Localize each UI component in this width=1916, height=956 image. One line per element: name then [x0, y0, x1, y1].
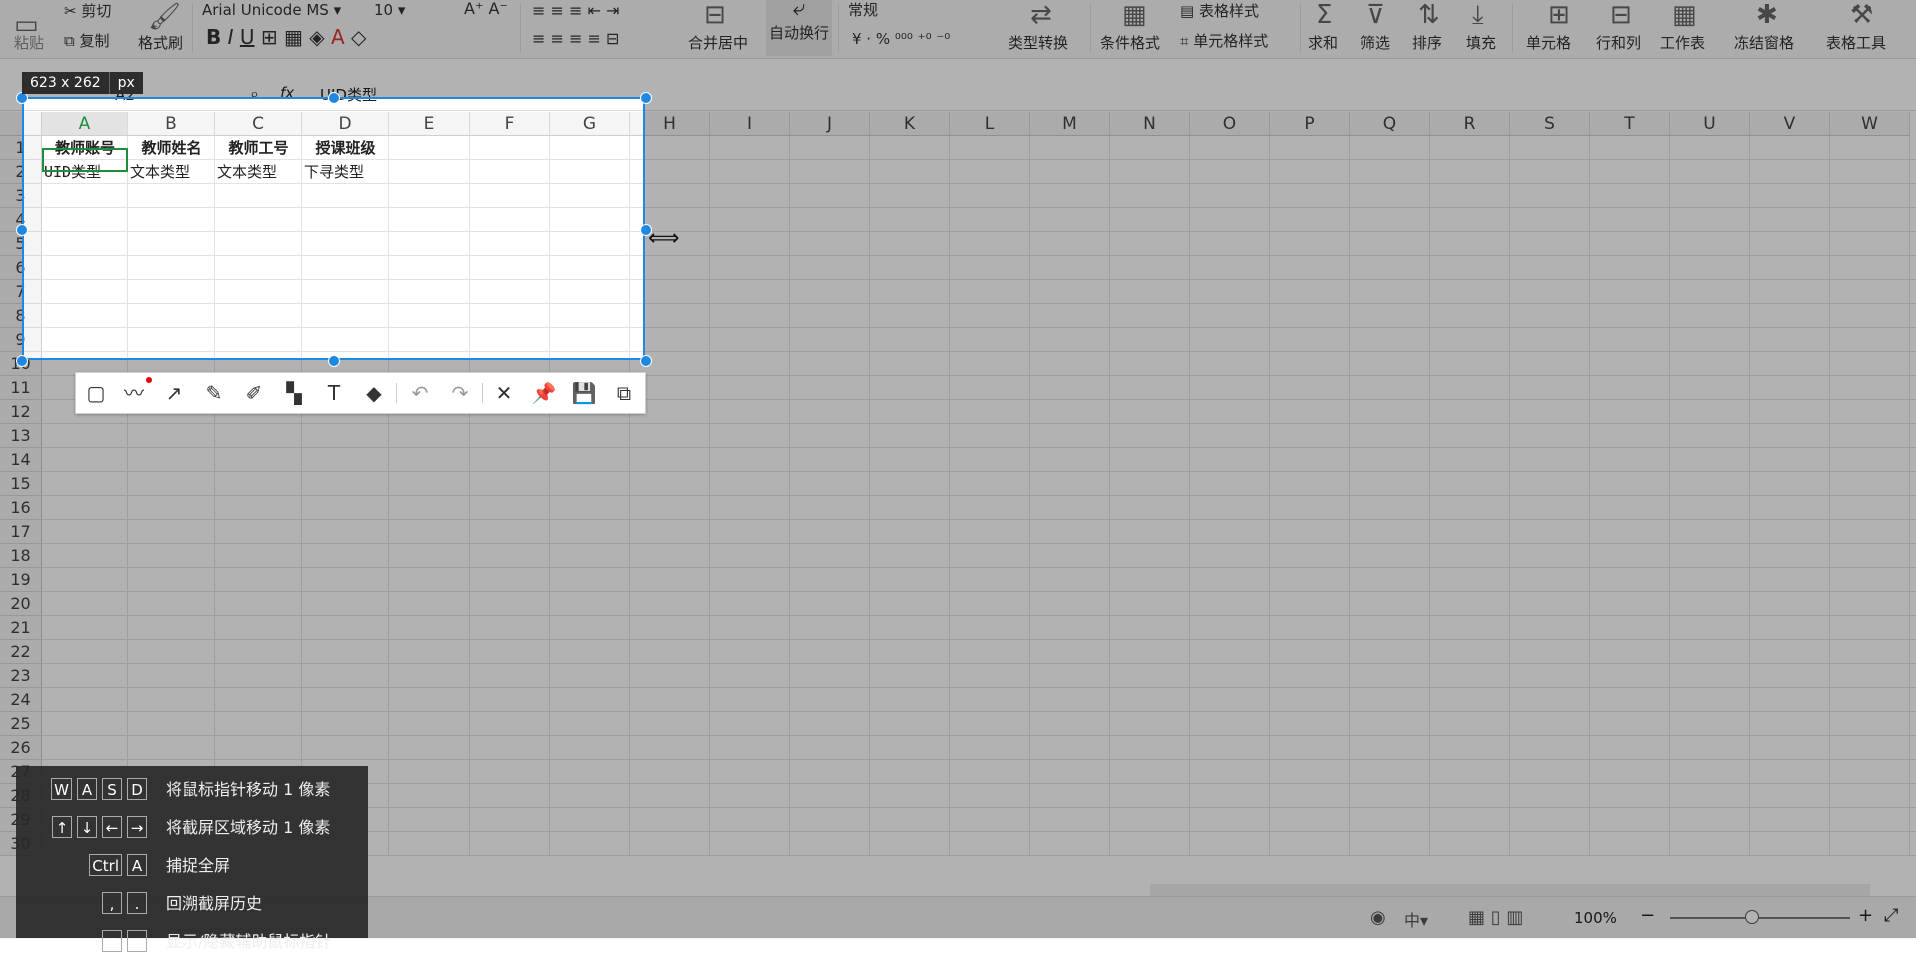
- shortcut-text: 捕捉全屏: [166, 856, 231, 875]
- key-cap: ↗: [102, 930, 122, 952]
- mosaic-icon[interactable]: ▚: [276, 373, 312, 413]
- shortcut-row: ↑ ↓ ← → 将截屏区域移动 1 像素: [16, 814, 330, 842]
- shortcut-keys: Ctrl A: [16, 852, 152, 880]
- resize-cursor-icon: ⟺: [648, 226, 680, 251]
- arrow-icon[interactable]: ↗: [156, 373, 192, 413]
- resize-handle-w[interactable]: [16, 224, 28, 236]
- resize-handle-n[interactable]: [328, 92, 340, 104]
- capture-toolbar: ▢ 〰 ↗ ✎ ✐ ▚ T ◆ ↶ ↷ ✕ 📌 💾 ⧉: [75, 372, 646, 414]
- shortcut-text: 将截屏区域移动 1 像素: [166, 818, 331, 837]
- pencil-icon[interactable]: ✎: [196, 373, 232, 413]
- key-cap: ↓: [77, 816, 97, 838]
- key-cap: .: [127, 892, 147, 914]
- active-dot: [146, 377, 152, 383]
- undo-icon[interactable]: ↶: [402, 373, 438, 413]
- shortcut-keys: WASD: [16, 776, 152, 804]
- text-icon[interactable]: T: [316, 373, 352, 413]
- close-icon[interactable]: ✕: [486, 373, 522, 413]
- size-unit: px: [108, 72, 143, 94]
- shortcut-help-panel: W A S D 将鼠标指针移动 1 像素 ↑ ↓ ← → 将截屏区域移动 1 像素 Ctrl A 捕捉全…: [16, 766, 368, 952]
- key-cap: D: [127, 778, 147, 800]
- eraser-icon[interactable]: ◆: [356, 373, 392, 413]
- shortcut-row: ,. 回溯截屏历史: [16, 890, 262, 918]
- resize-handle-sw[interactable]: [16, 355, 28, 367]
- shortcut-row: Ctrl A 捕捉全屏: [16, 852, 230, 880]
- shortcut-keys: ↑ ↓ ← →: [16, 814, 152, 842]
- resize-handle-se[interactable]: [640, 355, 652, 367]
- key-cap: A: [127, 854, 147, 876]
- key-cap: ←: [102, 816, 122, 838]
- key-cap: →: [127, 816, 147, 838]
- key-cap: Ctrl: [89, 854, 122, 876]
- shortcut-text: 将鼠标指针移动 1 像素: [166, 780, 331, 799]
- redo-icon[interactable]: ↷: [442, 373, 478, 413]
- key-cap: S: [102, 778, 122, 800]
- resize-handle-ne[interactable]: [640, 92, 652, 104]
- shortcut-keys: ,.: [16, 890, 152, 918]
- shortcut-row: ↗ ↙ 显示/隐藏辅助鼠标指针: [16, 928, 331, 956]
- shortcut-row: W A S D 将鼠标指针移动 1 像素: [16, 776, 330, 804]
- key-cap: A: [77, 778, 97, 800]
- capture-selection[interactable]: [22, 97, 645, 360]
- key-cap: ,: [102, 892, 122, 914]
- key-cap: ↙: [127, 930, 147, 952]
- rectangle-icon[interactable]: ▢: [78, 373, 114, 413]
- shortcut-text: 回溯截屏历史: [166, 894, 263, 913]
- save-icon[interactable]: 💾: [566, 373, 602, 413]
- resize-handle-s[interactable]: [328, 355, 340, 367]
- shortcut-text: 显示/隐藏辅助鼠标指针: [166, 932, 332, 951]
- key-cap: ↑: [52, 816, 72, 838]
- copy-icon[interactable]: ⧉: [606, 373, 642, 413]
- shortcut-keys: ↗ ↙: [16, 928, 152, 956]
- key-cap: W: [51, 778, 72, 800]
- size-value: 623 x 262: [30, 75, 101, 91]
- selection-size-label: 623 x 262 px: [22, 72, 143, 94]
- highlighter-icon[interactable]: ✐: [236, 373, 272, 413]
- pin-icon[interactable]: 📌: [526, 373, 562, 413]
